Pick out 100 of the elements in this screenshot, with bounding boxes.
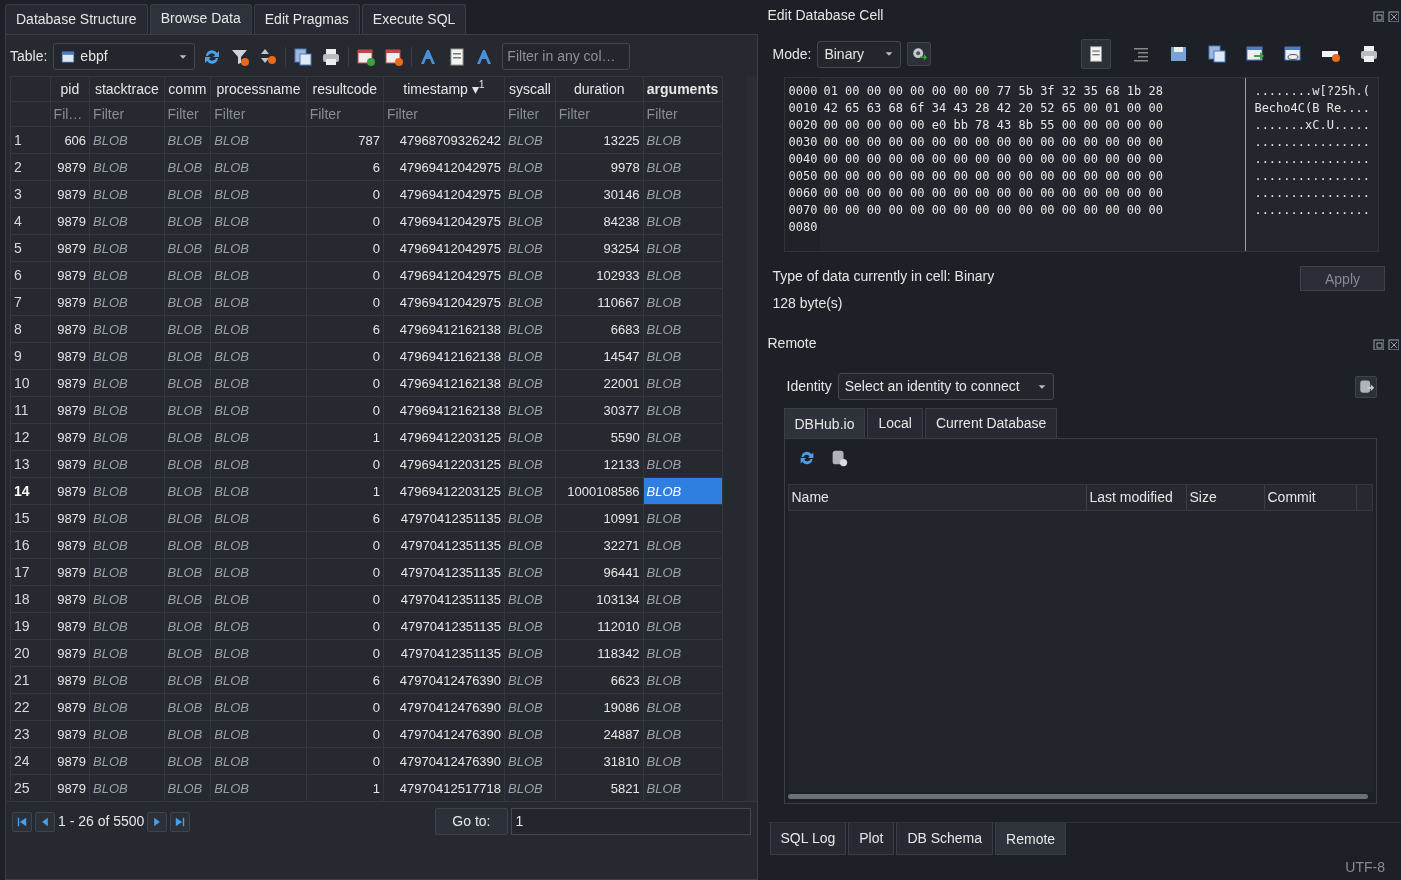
row-number[interactable]: 8 xyxy=(10,315,51,343)
column-header[interactable]: Name xyxy=(788,485,1087,511)
column-header[interactable]: stacktrace xyxy=(89,76,165,102)
filter-field[interactable]: Filter xyxy=(210,101,307,127)
column-header[interactable]: comm xyxy=(164,76,211,102)
table-cell: BLOB xyxy=(504,369,556,397)
tab[interactable]: Database Structure xyxy=(5,4,148,34)
row-number[interactable]: 24 xyxy=(10,747,51,775)
first-page-button[interactable] xyxy=(12,811,32,832)
tab[interactable]: SQL Log xyxy=(769,823,847,855)
tab[interactable]: Local xyxy=(867,408,923,439)
row-number[interactable]: 15 xyxy=(10,504,51,532)
filter-field[interactable]: Fil… xyxy=(50,101,90,127)
table-cell: BLOB xyxy=(210,558,307,586)
table-cell: 0 xyxy=(306,585,384,613)
filter-field[interactable]: Filter xyxy=(643,101,723,127)
table-cell: BLOB xyxy=(504,207,556,235)
push-database-button[interactable] xyxy=(1355,375,1377,398)
last-page-button[interactable] xyxy=(170,811,191,832)
column-header[interactable]: pid xyxy=(50,76,90,102)
column-header[interactable]: syscall xyxy=(504,76,556,102)
table-cell: 9879 xyxy=(50,747,90,775)
row-number[interactable]: 22 xyxy=(10,693,51,721)
filter-field[interactable]: Filter xyxy=(89,101,165,127)
table-cell: BLOB xyxy=(89,720,165,748)
row-number[interactable]: 18 xyxy=(10,585,51,613)
encoding-label: UTF-8 xyxy=(1345,858,1385,877)
scrollbar[interactable] xyxy=(746,76,757,801)
column-header[interactable]: resultcode xyxy=(306,76,384,102)
table-cell: 47969412042975 xyxy=(383,207,505,235)
table-cell: 9879 xyxy=(50,720,90,748)
save-table-icon[interactable] xyxy=(292,45,315,68)
tab[interactable]: Edit Pragmas xyxy=(253,4,360,34)
row-number[interactable]: 1 xyxy=(10,126,51,154)
column-header[interactable]: Size xyxy=(1186,485,1265,511)
database-icon xyxy=(1357,377,1375,396)
column-header[interactable]: processname xyxy=(210,76,307,102)
row-number[interactable]: 10 xyxy=(10,369,51,397)
filter-field[interactable]: Filter xyxy=(306,101,384,127)
column-header[interactable]: timestamp ▾$^{1}$ xyxy=(383,76,505,102)
row-number[interactable]: 20 xyxy=(10,639,51,667)
column-header[interactable]: duration xyxy=(555,76,644,102)
row-number[interactable]: 4 xyxy=(10,207,51,235)
tab[interactable]: Plot xyxy=(848,823,895,855)
row-number[interactable]: 23 xyxy=(10,720,51,748)
column-header[interactable]: arguments xyxy=(643,76,723,102)
row-number[interactable]: 3 xyxy=(10,180,51,208)
table-cell: BLOB xyxy=(504,666,556,694)
row-number[interactable]: 7 xyxy=(10,288,51,316)
filter-field[interactable]: Filter xyxy=(164,101,211,127)
table-select[interactable]: ebpf xyxy=(53,43,196,70)
tab[interactable]: Browse Data xyxy=(149,4,252,34)
row-number[interactable]: 13 xyxy=(10,450,51,478)
float-icon[interactable] xyxy=(1371,9,1384,22)
row-number[interactable]: 6 xyxy=(10,261,51,289)
table-cell: BLOB xyxy=(89,639,165,667)
filter-field[interactable]: Filter xyxy=(383,101,505,127)
column-header[interactable]: Last modified xyxy=(1086,485,1187,511)
copy-icon[interactable] xyxy=(1206,43,1228,66)
table-cell: BLOB xyxy=(210,450,307,478)
word-wrap-button[interactable] xyxy=(1081,39,1111,69)
close-icon[interactable] xyxy=(1387,9,1399,22)
row-number[interactable]: 12 xyxy=(10,423,51,451)
row-number[interactable]: 11 xyxy=(10,396,51,424)
tab[interactable]: Execute SQL xyxy=(361,4,467,34)
mode-select[interactable]: Binary xyxy=(817,40,902,68)
row-number[interactable]: 14 xyxy=(10,477,51,505)
float-icon[interactable] xyxy=(1371,337,1384,350)
auto-switch-button[interactable] xyxy=(907,42,932,66)
goto-button[interactable]: Go to: xyxy=(435,808,508,835)
previous-page-button[interactable] xyxy=(35,811,55,832)
row-number[interactable]: 25 xyxy=(10,774,51,801)
row-number[interactable]: 21 xyxy=(10,666,51,694)
tab[interactable]: Current Database xyxy=(924,408,1058,439)
column-header[interactable]: Commit xyxy=(1264,485,1357,511)
tab[interactable]: DBHub.io xyxy=(783,408,866,439)
row-number[interactable]: 16 xyxy=(10,531,51,559)
identity-select[interactable]: Select an identity to connect xyxy=(837,373,1054,401)
hex-editor[interactable] xyxy=(783,77,1379,253)
hex-bytes: 00 00 00 00 00 00 00 00 00 00 00 00 00 00 00 00 xyxy=(823,151,1164,168)
filter-field[interactable]: Filter in any col… xyxy=(502,43,631,70)
row-number[interactable]: 2 xyxy=(10,153,51,181)
row-number[interactable]: 5 xyxy=(10,234,51,262)
table-cell: 47969412042975 xyxy=(383,153,505,181)
close-icon[interactable] xyxy=(1387,337,1399,350)
filter-field[interactable]: Filter xyxy=(504,101,556,127)
table-cell: BLOB xyxy=(164,504,211,532)
table-cell: 0 xyxy=(306,747,384,775)
row-number[interactable]: 17 xyxy=(10,558,51,586)
filter-field[interactable]: Filter xyxy=(555,101,644,127)
scrollbar[interactable] xyxy=(787,794,1368,799)
row-number[interactable]: 19 xyxy=(10,612,51,640)
table-cell: 0 xyxy=(306,288,384,316)
goto-field[interactable]: 1 xyxy=(510,808,751,835)
tab[interactable]: DB Schema xyxy=(896,823,994,855)
table-cell: 19086 xyxy=(555,693,644,721)
row-number[interactable]: 9 xyxy=(10,342,51,370)
tab[interactable]: Remote xyxy=(995,823,1067,855)
next-page-button[interactable] xyxy=(147,811,168,832)
table-cell: BLOB xyxy=(643,396,723,424)
